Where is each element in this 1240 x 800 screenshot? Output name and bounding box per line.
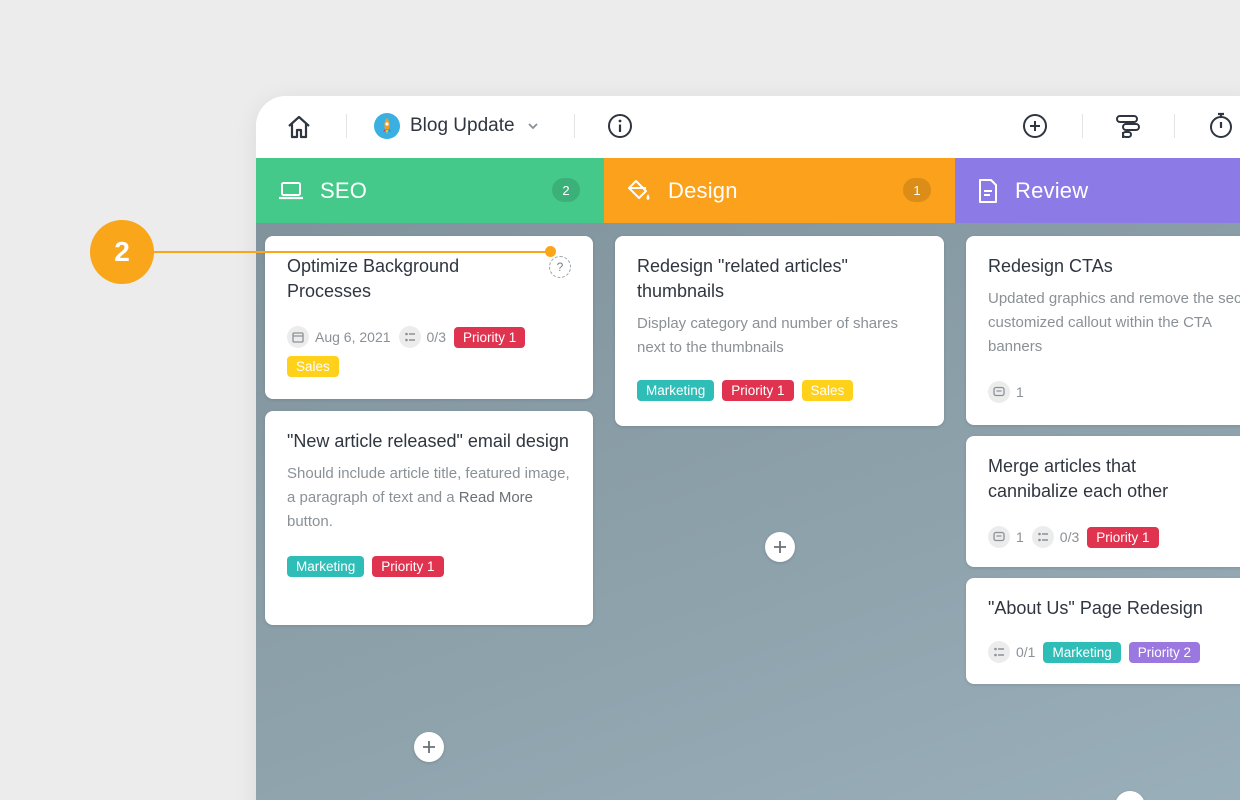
checklist-text: 0/1	[1016, 644, 1036, 660]
toolbar-divider	[1082, 114, 1083, 138]
card-tags: Sales	[287, 356, 571, 377]
card-title: "About Us" Page Redesign	[988, 598, 1203, 618]
checklist-text: 0/3	[1059, 529, 1080, 545]
kanban-board: SEO 2 Optimize Background Processes ? Au…	[256, 158, 1240, 800]
tag-marketing[interactable]: Marketing	[637, 380, 715, 401]
add-card-button[interactable]	[414, 732, 444, 762]
comment-count-text: 1	[1016, 529, 1024, 545]
toolbar-divider	[346, 114, 347, 138]
plus-circle-icon	[1023, 114, 1047, 138]
stopwatch-icon	[1210, 112, 1232, 138]
callout-pointer-line	[150, 251, 550, 253]
task-card[interactable]: Optimize Background Processes ? Aug 6, 2…	[265, 236, 593, 399]
tag-sales[interactable]: Sales	[801, 380, 854, 401]
column-design: Design 1 Redesign "related articles" thu…	[604, 158, 955, 800]
help-question-icon[interactable]: ?	[549, 256, 571, 278]
card-meta: 0/1 Marketing Priority 2	[988, 641, 1240, 663]
checklist-icon	[988, 641, 1010, 663]
card-title: "New article released" email design	[287, 431, 569, 451]
rocket-icon	[383, 118, 391, 134]
checklist-progress: 0/3	[1031, 526, 1080, 548]
document-icon	[979, 178, 997, 203]
column-header-review[interactable]: Review	[955, 158, 1240, 223]
column-review: Review Redesign CTAs Updated graphics an…	[955, 158, 1240, 800]
card-meta: 1 0/3 Priority 1	[988, 526, 1240, 548]
project-selector[interactable]: Blog Update	[374, 111, 539, 141]
comment-icon	[988, 526, 1010, 548]
gantt-icon	[1116, 115, 1140, 138]
plus-icon	[423, 741, 435, 753]
column-header-seo[interactable]: SEO 2	[256, 158, 604, 223]
tag-priority-1[interactable]: Priority 1	[453, 326, 526, 348]
checklist-icon	[1031, 526, 1054, 548]
column-title: SEO	[320, 177, 368, 203]
timeline-button[interactable]	[1114, 112, 1144, 140]
tag-marketing[interactable]: Marketing	[287, 556, 365, 577]
chevron-down-icon	[527, 123, 538, 130]
checklist-text: 0/3	[426, 329, 446, 345]
step-callout-badge: 2	[90, 220, 154, 284]
card-title: Redesign "related articles" thumbnails	[637, 256, 848, 301]
app-window: Blog Update SEO 2 Optimize Background Pr…	[256, 96, 1240, 800]
tag-sales[interactable]: Sales	[287, 356, 339, 377]
project-name: Blog Update	[410, 115, 515, 136]
card-title: Optimize Background Processes	[287, 256, 460, 301]
task-card[interactable]: Redesign CTAs Updated graphics and remov…	[966, 236, 1240, 425]
card-tags: Marketing Priority 1	[287, 556, 571, 577]
card-meta: Aug 6, 2021 0/3 Priority 1	[287, 326, 571, 348]
task-card[interactable]: Redesign "related articles" thumbnails D…	[615, 236, 944, 426]
task-card[interactable]: Merge articles that cannibalize each oth…	[966, 436, 1240, 567]
due-date: Aug 6, 2021	[287, 326, 391, 348]
callout-pointer-dot	[545, 246, 556, 257]
tag-priority-1[interactable]: Priority 1	[1087, 526, 1159, 548]
card-tags: Marketing Priority 1 Sales	[637, 380, 922, 401]
due-date-text: Aug 6, 2021	[315, 329, 391, 345]
add-card-button[interactable]	[1115, 791, 1145, 800]
tag-priority-1[interactable]: Priority 1	[372, 556, 444, 577]
column-card-count: 2	[552, 178, 580, 202]
project-avatar	[374, 113, 400, 139]
add-card-button[interactable]	[765, 532, 795, 562]
calendar-icon	[287, 326, 309, 348]
info-icon	[608, 114, 632, 138]
tag-priority-2[interactable]: Priority 2	[1128, 641, 1201, 663]
column-header-design[interactable]: Design 1	[604, 158, 955, 223]
task-card[interactable]: "About Us" Page Redesign 0/1 Marketing P…	[966, 578, 1240, 684]
tag-marketing[interactable]: Marketing	[1043, 641, 1121, 663]
checklist-progress: 0/1	[988, 641, 1035, 663]
plus-icon	[774, 541, 786, 553]
comment-count: 1	[988, 526, 1024, 548]
tag-priority-1[interactable]: Priority 1	[722, 380, 794, 401]
checklist-icon	[398, 326, 421, 348]
home-icon	[288, 115, 310, 139]
column-card-count: 1	[903, 178, 931, 202]
card-description: Updated graphics and remove the second c…	[988, 290, 1240, 355]
comment-icon	[988, 381, 1010, 403]
paint-bucket-icon	[628, 179, 650, 200]
home-button[interactable]	[284, 112, 314, 142]
card-description: Should include article title, featured i…	[287, 465, 570, 530]
comment-count-text: 1	[1016, 384, 1024, 400]
card-title: Merge articles that cannibalize each oth…	[988, 456, 1169, 501]
comment-count: 1	[988, 381, 1024, 403]
info-button[interactable]	[606, 112, 634, 140]
card-title: Redesign CTAs	[988, 256, 1113, 276]
card-meta: 1	[988, 381, 1240, 403]
column-title: Review	[1015, 177, 1089, 203]
toolbar-divider	[1174, 114, 1175, 138]
task-card[interactable]: "New article released" email design Shou…	[265, 411, 593, 625]
card-description: Display category and number of shares ne…	[637, 315, 898, 356]
toolbar-divider	[574, 114, 575, 138]
column-title: Design	[668, 177, 738, 203]
top-toolbar: Blog Update	[256, 96, 1240, 158]
add-button[interactable]	[1021, 112, 1049, 140]
laptop-icon	[279, 181, 303, 199]
checklist-progress: 0/3	[398, 326, 446, 348]
timer-button[interactable]	[1206, 110, 1236, 140]
